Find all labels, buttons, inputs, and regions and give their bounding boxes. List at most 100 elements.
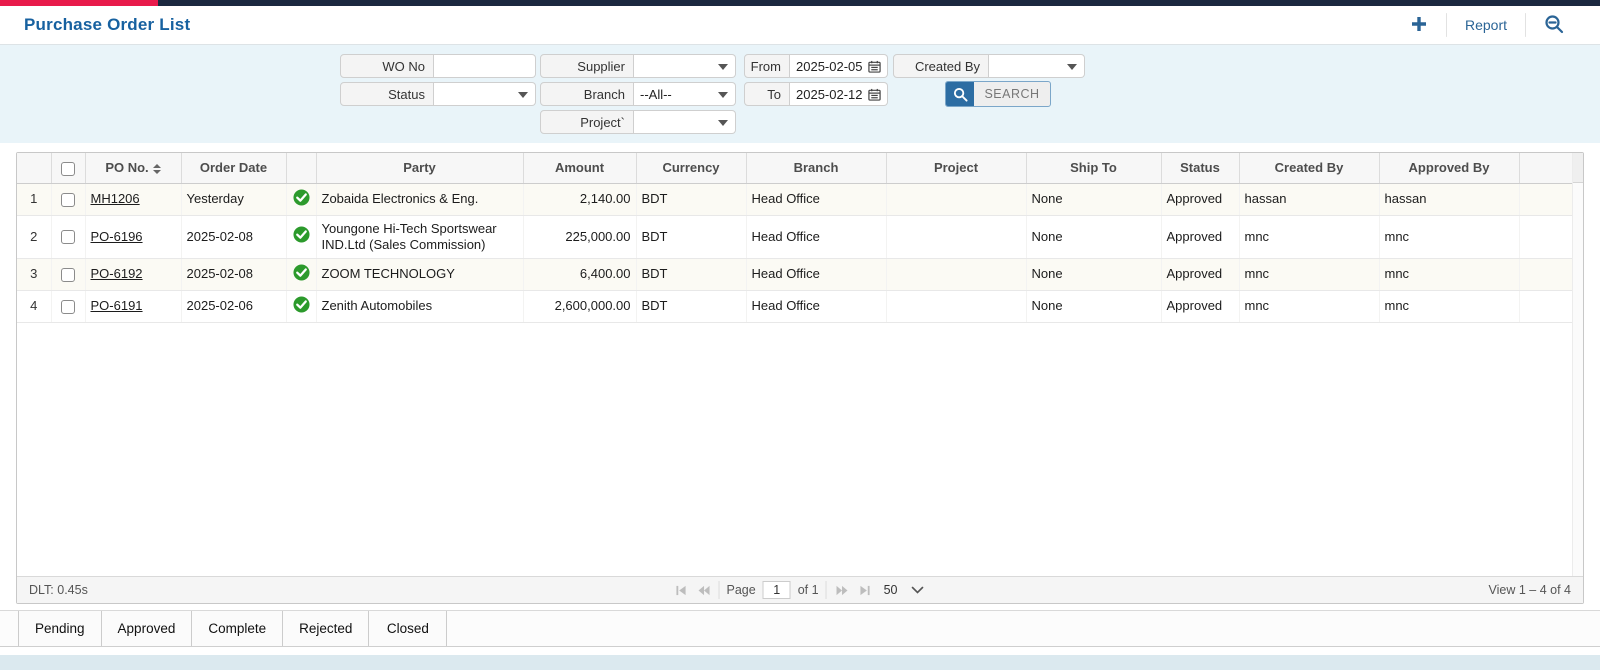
next-page-icon[interactable] — [834, 581, 850, 599]
project-select[interactable] — [634, 110, 736, 134]
page-header: Purchase Order List Report — [0, 6, 1600, 45]
from-label: From — [744, 54, 790, 78]
branch-cell: Head Office — [746, 290, 887, 323]
calendar-icon[interactable] — [868, 60, 881, 73]
ship-to-cell: None — [1026, 258, 1162, 291]
chevron-down-icon — [718, 120, 728, 126]
load-time-label: DLT: 0.45s — [29, 583, 88, 597]
top-bar-navy-segment — [158, 0, 1600, 6]
created-by-cell: hassan — [1239, 183, 1380, 216]
filter-status: Status — [340, 82, 536, 106]
from-date-input[interactable]: 2025-02-05 — [790, 54, 888, 78]
search-button-label: SEARCH — [984, 87, 1040, 101]
row-checkbox[interactable] — [61, 299, 75, 314]
col-project[interactable]: Project — [886, 153, 1027, 184]
table-row: 2 PO-6196 2025-02-08 Youngone Hi-Tech Sport… — [17, 215, 1572, 259]
page-label: Page — [726, 583, 756, 597]
page-size-select[interactable]: 50 — [880, 580, 928, 600]
created-by-select[interactable] — [989, 54, 1085, 78]
row-checkbox[interactable] — [61, 267, 75, 282]
last-page-icon[interactable] — [857, 581, 873, 599]
chevron-down-icon — [518, 92, 528, 98]
zoom-out-icon — [1544, 14, 1564, 37]
calendar-icon[interactable] — [868, 88, 881, 101]
table-row: 4 PO-6191 2025-02-06 Zenith Automobiles 2,60… — [17, 290, 1572, 323]
to-date-input[interactable]: 2025-02-12 — [790, 82, 888, 106]
wo-no-input[interactable] — [434, 54, 536, 78]
divider — [718, 581, 720, 599]
approved-check-icon — [286, 215, 317, 259]
col-approved-by[interactable]: Approved By — [1379, 153, 1520, 184]
table-row: 1 MH1206 Yesterday Zobaida Electronics & En… — [17, 183, 1572, 216]
row-checkbox[interactable] — [61, 230, 75, 245]
status-tab-bar: Pending Approved Complete Rejected Closed — [0, 610, 1600, 647]
prev-page-icon[interactable] — [696, 581, 712, 599]
tab-pending[interactable]: Pending — [18, 611, 102, 646]
pager: Page of 1 50 — [673, 577, 928, 603]
col-status-icon — [286, 153, 317, 184]
po-number-cell: MH1206 — [85, 183, 182, 216]
search-icon — [946, 82, 974, 106]
approved-check-icon — [286, 290, 317, 323]
tab-closed[interactable]: Closed — [369, 611, 448, 646]
approved-by-cell: mnc — [1379, 215, 1520, 259]
amount-cell: 2,600,000.00 — [523, 290, 637, 323]
col-filler — [1519, 153, 1572, 184]
col-branch[interactable]: Branch — [746, 153, 887, 184]
created-by-label: Created By — [893, 54, 989, 78]
purchase-order-table: PO No. Order Date Party Amount Currency … — [17, 153, 1572, 323]
col-order-date[interactable]: Order Date — [181, 153, 287, 184]
po-number-link[interactable]: PO-6191 — [91, 298, 143, 313]
chevron-down-icon — [718, 64, 728, 70]
row-checkbox-cell — [51, 258, 86, 291]
table-header-row: PO No. Order Date Party Amount Currency … — [17, 153, 1572, 184]
tab-approved[interactable]: Approved — [101, 611, 193, 646]
row-number: 4 — [17, 290, 52, 323]
row-checkbox[interactable] — [61, 192, 75, 207]
search-button[interactable]: SEARCH — [945, 81, 1051, 107]
col-rownum — [17, 153, 52, 184]
amount-cell: 225,000.00 — [523, 215, 637, 259]
chevron-down-icon — [911, 586, 924, 594]
col-ship-to[interactable]: Ship To — [1026, 153, 1162, 184]
divider — [825, 581, 827, 599]
branch-select[interactable]: --All-- — [634, 82, 736, 106]
tab-rejected[interactable]: Rejected — [283, 611, 370, 646]
page-number-input[interactable] — [762, 581, 791, 599]
po-number-link[interactable]: PO-6192 — [91, 266, 143, 281]
ship-to-cell: None — [1026, 183, 1162, 216]
toggle-search-button[interactable] — [1526, 11, 1582, 39]
col-created-by[interactable]: Created By — [1239, 153, 1380, 184]
po-number-cell: PO-6196 — [85, 215, 182, 259]
supplier-select[interactable] — [634, 54, 736, 78]
supplier-label: Supplier — [540, 54, 634, 78]
branch-cell: Head Office — [746, 183, 887, 216]
tab-complete[interactable]: Complete — [192, 611, 284, 646]
first-page-icon[interactable] — [673, 581, 689, 599]
approved-by-cell: mnc — [1379, 258, 1520, 291]
add-button[interactable] — [1392, 11, 1446, 39]
sort-icon[interactable] — [152, 163, 161, 174]
filter-project: Project` — [540, 110, 736, 134]
row-number: 1 — [17, 183, 52, 216]
col-amount[interactable]: Amount — [523, 153, 637, 184]
report-button[interactable]: Report — [1447, 11, 1525, 39]
grid-scrollbar[interactable] — [1572, 153, 1583, 576]
branch-cell: Head Office — [746, 258, 887, 291]
approved-by-cell: hassan — [1379, 183, 1520, 216]
col-po-no[interactable]: PO No. — [85, 153, 182, 184]
amount-cell: 2,140.00 — [523, 183, 637, 216]
order-date-cell: 2025-02-08 — [181, 258, 287, 291]
col-currency[interactable]: Currency — [636, 153, 747, 184]
ship-to-cell: None — [1026, 290, 1162, 323]
approved-by-cell: mnc — [1379, 290, 1520, 323]
select-all-checkbox[interactable] — [61, 161, 75, 176]
col-party[interactable]: Party — [316, 153, 524, 184]
view-range-label: View 1 – 4 of 4 — [1488, 583, 1571, 597]
col-select-all — [51, 153, 86, 184]
col-status[interactable]: Status — [1161, 153, 1240, 184]
po-number-link[interactable]: PO-6196 — [91, 229, 143, 244]
status-select[interactable] — [434, 82, 536, 106]
filler-cell — [1519, 258, 1572, 291]
po-number-link[interactable]: MH1206 — [91, 191, 140, 206]
